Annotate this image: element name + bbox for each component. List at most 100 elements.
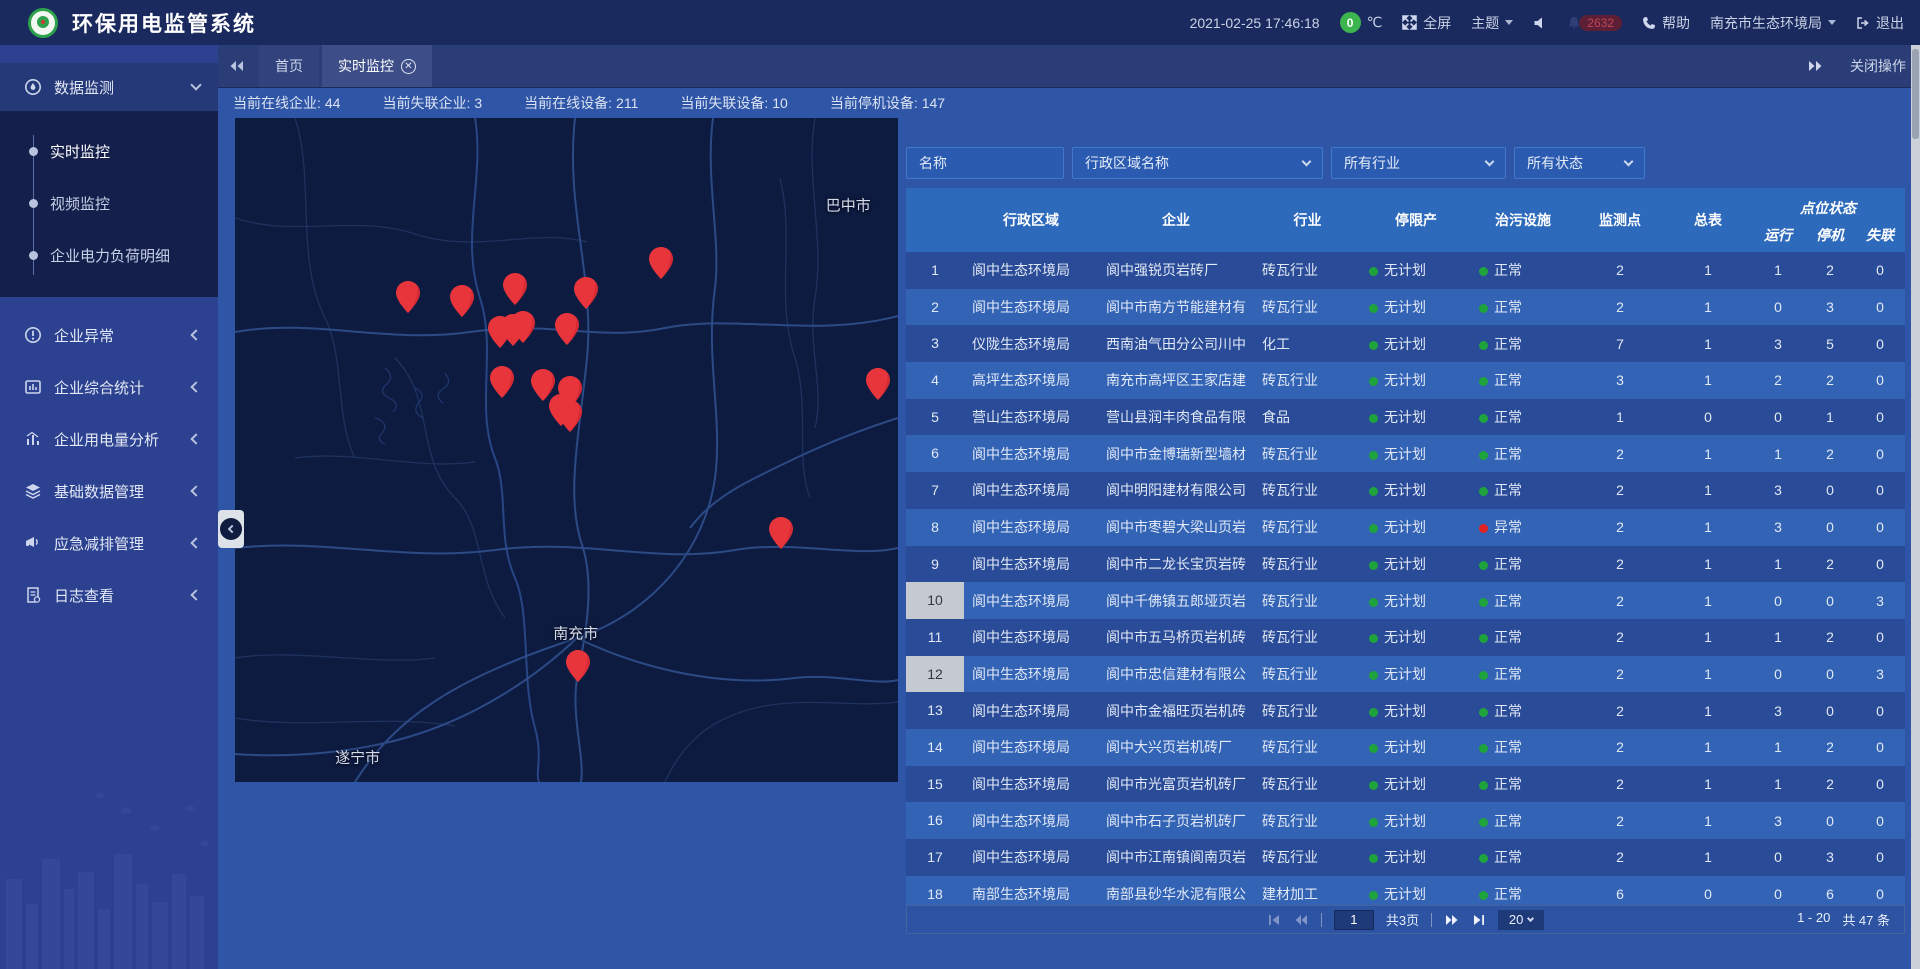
table-row[interactable]: 8阆中生态环境局阆中市枣碧大梁山页岩砖瓦行业无计划异常21300	[906, 509, 1905, 546]
bell-icon	[1567, 16, 1581, 30]
map-panel[interactable]: 巴中市南充市遂宁市	[235, 118, 898, 782]
cell-production-limit: 无计划	[1361, 811, 1471, 831]
logout-button[interactable]: 退出	[1856, 13, 1904, 33]
col-stopped[interactable]: 停机	[1805, 225, 1855, 245]
tabs-scroll-left-button[interactable]	[218, 45, 256, 87]
sidebar-section-data-monitor[interactable]: 数据监测	[0, 63, 218, 111]
table-row[interactable]: 5营山生态环境局营山县润丰肉食品有限食品无计划正常10010	[906, 399, 1905, 436]
tab-realtime-monitor[interactable]: 实时监控 ✕	[322, 45, 432, 87]
table-row[interactable]: 4高坪生态环境局南充市高坪区王家店建砖瓦行业无计划正常31220	[906, 362, 1905, 399]
status-dot-icon	[1479, 891, 1488, 900]
table-row[interactable]: 12阆中生态环境局阆中市忠信建材有限公砖瓦行业无计划正常21003	[906, 656, 1905, 693]
sidebar-section-power-analysis[interactable]: 企业用电量分析	[0, 413, 218, 465]
cell-total-meters: 1	[1665, 446, 1751, 462]
tabs-scroll-right-button[interactable]	[1796, 60, 1834, 72]
col-region[interactable]: 行政区域	[964, 210, 1098, 230]
table-body: 1阆中生态环境局阆中强锐页岩砖厂砖瓦行业无计划正常211202阆中生态环境局阆中…	[906, 252, 1905, 905]
fullscreen-button[interactable]: 全屏	[1402, 13, 1451, 33]
sidebar-item-video-monitor[interactable]: 视频监控	[0, 177, 218, 229]
sidebar-item-label: 企业电力负荷明细	[50, 245, 170, 266]
sidebar-section-enterprise-stats[interactable]: 企业综合统计	[0, 361, 218, 413]
col-lost[interactable]: 失联	[1855, 225, 1905, 245]
next-page-button[interactable]	[1444, 913, 1460, 927]
tab-close-icon[interactable]: ✕	[401, 59, 416, 74]
cell-lost: 0	[1855, 519, 1905, 535]
sidebar-item-realtime-monitor[interactable]: 实时监控	[0, 125, 218, 177]
last-page-button[interactable]	[1472, 913, 1486, 927]
industry-filter-select[interactable]: 所有行业	[1331, 147, 1506, 179]
sidebar-section-emergency[interactable]: 应急减排管理	[0, 517, 218, 569]
cell-industry: 砖瓦行业	[1254, 737, 1361, 757]
double-right-icon	[1807, 60, 1823, 72]
cell-company: 阆中市金博瑞新型墙材	[1098, 444, 1254, 464]
page-number-input[interactable]	[1334, 910, 1374, 930]
cell-lost: 3	[1855, 666, 1905, 682]
table-row[interactable]: 9阆中生态环境局阆中市二龙长宝页岩砖砖瓦行业无计划正常21120	[906, 546, 1905, 583]
col-monitor-points[interactable]: 监测点	[1575, 210, 1665, 230]
table-row[interactable]: 17阆中生态环境局阆中市江南镇阆南页岩砖瓦行业无计划正常21030	[906, 839, 1905, 876]
help-button[interactable]: 帮助	[1642, 13, 1690, 33]
table-row[interactable]: 13阆中生态环境局阆中市金福旺页岩机砖砖瓦行业无计划正常21300	[906, 692, 1905, 729]
col-industry[interactable]: 行业	[1254, 210, 1361, 230]
name-filter-input[interactable]	[919, 155, 1051, 171]
cell-production-limit: 无计划	[1361, 334, 1471, 354]
chevron-left-icon	[190, 537, 201, 548]
bullet-icon	[29, 199, 38, 208]
col-treatment-facility[interactable]: 治污设施	[1471, 210, 1575, 230]
map-collapse-handle[interactable]	[218, 510, 244, 548]
page-size-select[interactable]: 20	[1498, 910, 1544, 930]
col-running[interactable]: 运行	[1751, 225, 1805, 245]
table-row[interactable]: 3仪陇生态环境局西南油气田分公司川中化工无计划正常71350	[906, 325, 1905, 362]
tab-home[interactable]: 首页	[259, 45, 319, 87]
status-dot-icon	[1369, 781, 1378, 790]
cell-facility-status: 正常	[1471, 847, 1575, 867]
table-row[interactable]: 14阆中生态环境局阆中大兴页岩机砖厂砖瓦行业无计划正常21120	[906, 729, 1905, 766]
notifications[interactable]: 2632	[1567, 15, 1622, 31]
table-row[interactable]: 18南部生态环境局南部县砂华水泥有限公建材加工无计划正常60060	[906, 876, 1905, 905]
close-operations-button[interactable]: 关闭操作	[1850, 56, 1906, 76]
status-dot-icon	[1369, 341, 1378, 350]
prev-page-button[interactable]	[1293, 913, 1309, 927]
table-row[interactable]: 1阆中生态环境局阆中强锐页岩砖厂砖瓦行业无计划正常21120	[906, 252, 1905, 289]
alert-circle-icon	[24, 326, 42, 344]
cell-production-limit: 无计划	[1361, 480, 1471, 500]
col-total-meters[interactable]: 总表	[1665, 210, 1751, 230]
first-page-button[interactable]	[1267, 913, 1281, 927]
region-filter-select[interactable]: 行政区域名称	[1072, 147, 1323, 179]
cell-lost: 0	[1855, 886, 1905, 902]
sound-mute-button[interactable]	[1533, 16, 1547, 30]
chevron-left-icon	[228, 525, 236, 533]
name-filter-field[interactable]	[906, 147, 1064, 179]
cell-running: 3	[1751, 482, 1805, 498]
status-filter-select[interactable]: 所有状态	[1514, 147, 1645, 179]
table-row[interactable]: 2阆中生态环境局阆中市南方节能建材有砖瓦行业无计划正常21030	[906, 289, 1905, 326]
sidebar-section-enterprise-abnormal[interactable]: 企业异常	[0, 309, 218, 361]
cell-monitor-points: 2	[1575, 593, 1665, 609]
table-panel: 行政区域名称 所有行业 所有状态 行政区域 企业 行业 停限产 治污设施	[906, 118, 1905, 969]
org-menu[interactable]: 南充市生态环境局	[1710, 13, 1836, 33]
stat-online-devices: 当前在线设备:211	[524, 93, 638, 113]
table-row[interactable]: 11阆中生态环境局阆中市五马桥页岩机砖砖瓦行业无计划正常21120	[906, 619, 1905, 656]
sidebar-section-logs[interactable]: 日志查看	[0, 569, 218, 621]
col-production-limit[interactable]: 停限产	[1361, 210, 1471, 230]
sidebar-item-power-load-detail[interactable]: 企业电力负荷明细	[0, 229, 218, 281]
scrollbar-thumb[interactable]	[1912, 49, 1919, 139]
cell-total-meters: 1	[1665, 482, 1751, 498]
status-dot-icon	[1369, 561, 1378, 570]
table-row[interactable]: 7阆中生态环境局阆中明阳建材有限公司砖瓦行业无计划正常21300	[906, 472, 1905, 509]
table-row[interactable]: 16阆中生态环境局阆中市石子页岩机砖厂砖瓦行业无计划正常21300	[906, 802, 1905, 839]
table-row[interactable]: 10阆中生态环境局阆中千佛镇五郎垭页岩砖瓦行业无计划正常21003	[906, 582, 1905, 619]
page-scrollbar[interactable]	[1911, 45, 1920, 969]
table-row[interactable]: 6阆中生态环境局阆中市金博瑞新型墙材砖瓦行业无计划正常21120	[906, 435, 1905, 472]
cell-region: 阆中生态环境局	[964, 297, 1098, 317]
theme-menu[interactable]: 主题	[1471, 13, 1513, 33]
cell-facility-status: 正常	[1471, 811, 1575, 831]
table-row[interactable]: 15阆中生态环境局阆中市光富页岩机砖厂砖瓦行业无计划正常21120	[906, 766, 1905, 803]
cell-total-meters: 1	[1665, 776, 1751, 792]
cell-facility-status: 正常	[1471, 444, 1575, 464]
sidebar-section-base-data[interactable]: 基础数据管理	[0, 465, 218, 517]
col-company[interactable]: 企业	[1098, 210, 1254, 230]
cell-lost: 0	[1855, 849, 1905, 865]
prev-page-icon	[1293, 913, 1309, 927]
cell-row-number: 11	[906, 619, 964, 656]
